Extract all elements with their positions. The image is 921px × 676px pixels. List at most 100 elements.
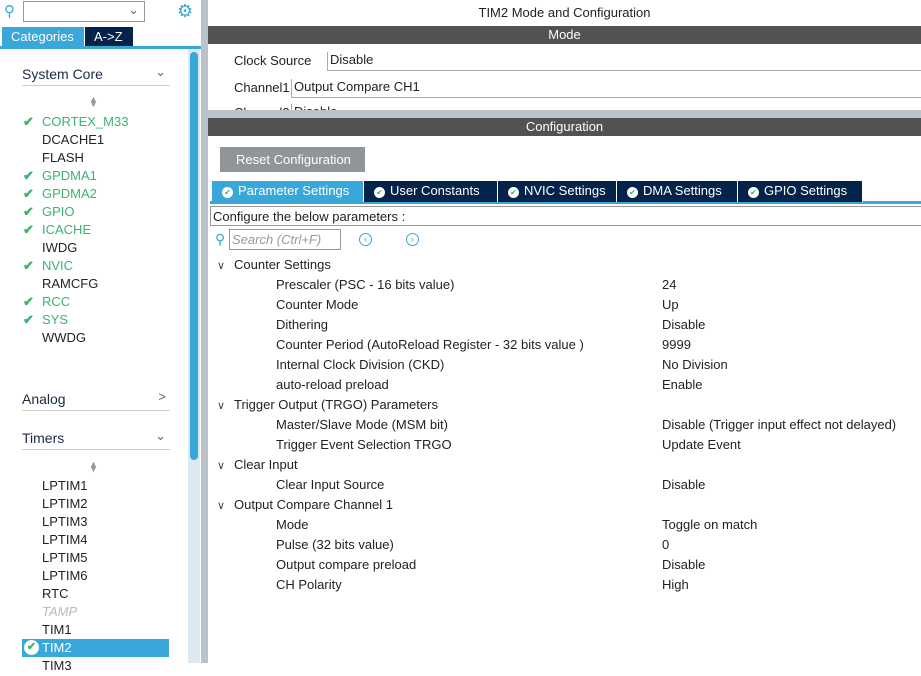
category-system-core[interactable]: System Core ⌄: [22, 62, 170, 86]
tab-gpio-settings[interactable]: ✔ GPIO Settings: [738, 181, 863, 202]
parameter-value[interactable]: 24: [662, 277, 676, 292]
chevron-down-icon[interactable]: ∨: [217, 399, 225, 412]
parameter-group[interactable]: Counter Settings: [234, 257, 331, 272]
tab-nvic-settings[interactable]: ✔ NVIC Settings: [498, 181, 617, 202]
list-item[interactable]: ✔ GPIO: [23, 204, 75, 222]
mode-header: Mode: [208, 26, 921, 44]
parameter-name: Trigger Event Selection TRGO: [276, 437, 452, 452]
search-icon[interactable]: ⚲: [4, 2, 15, 20]
tab-label: GPIO Settings: [764, 183, 848, 198]
parameter-name: Pulse (32 bits value): [276, 537, 394, 552]
parameter-value[interactable]: Update Event: [662, 437, 741, 452]
mode-field[interactable]: Output Compare CH1: [291, 79, 921, 98]
list-item[interactable]: WWDG: [42, 330, 86, 348]
parameter-value[interactable]: No Division: [662, 357, 728, 372]
list-item[interactable]: LPTIM5: [42, 550, 88, 568]
list-item[interactable]: ✔ CORTEX_M33: [23, 114, 129, 132]
list-item[interactable]: ✔ NVIC: [23, 258, 74, 276]
parameter-search-input[interactable]: Search (Ctrl+F): [229, 229, 341, 250]
chevron-down-icon[interactable]: ∨: [217, 259, 225, 272]
list-item[interactable]: ✔ GPDMA2: [23, 186, 97, 204]
list-item[interactable]: DCACHE1: [42, 132, 104, 150]
parameter-value[interactable]: Toggle on match: [662, 517, 757, 532]
parameter-name: Mode: [276, 517, 309, 532]
check-icon: ✔: [23, 186, 34, 201]
chevron-down-icon[interactable]: ∨: [217, 499, 225, 512]
list-item-label: TIM2: [42, 640, 72, 655]
configuration-header: Configuration: [208, 118, 921, 136]
mode-label: Channel2: [234, 105, 290, 110]
chevron-down-icon[interactable]: ⌄: [128, 2, 139, 18]
mode-label: Clock Source: [234, 53, 312, 68]
tab-a-z[interactable]: A->Z: [85, 27, 133, 47]
list-item[interactable]: ✔ GPDMA1: [23, 168, 97, 186]
scrollbar-thumb[interactable]: [190, 52, 198, 460]
reset-configuration-button[interactable]: Reset Configuration: [220, 147, 365, 172]
parameter-group[interactable]: Output Compare Channel 1: [234, 497, 393, 512]
list-item-label: SYS: [42, 312, 69, 327]
check-circle-icon: ✔: [627, 187, 638, 198]
parameter-value[interactable]: 9999: [662, 337, 691, 352]
parameter-value[interactable]: Disable (Trigger input effect not delaye…: [662, 417, 896, 432]
section-splitter[interactable]: [208, 110, 921, 118]
gear-icon[interactable]: ⚙: [177, 1, 193, 22]
parameter-value[interactable]: Up: [662, 297, 679, 312]
list-item[interactable]: TAMP: [42, 604, 77, 622]
sort-icon[interactable]: ▲ ▼: [89, 460, 98, 474]
mode-row: Channel2Disable: [208, 104, 921, 110]
list-item[interactable]: TIM3: [42, 658, 72, 676]
parameter-group[interactable]: Clear Input: [234, 457, 298, 472]
mode-row: Clock Source Disable: [208, 52, 921, 74]
category-timers[interactable]: Timers ⌄: [22, 426, 170, 450]
parameter-value[interactable]: Disable: [662, 317, 705, 332]
tab-categories[interactable]: Categories: [2, 27, 84, 47]
mode-field[interactable]: Disable: [327, 52, 921, 71]
list-item-label: LPTIM1: [42, 478, 88, 493]
check-icon: ✔: [23, 294, 34, 309]
splitter[interactable]: [201, 0, 208, 663]
chevron-down-icon: ⌄: [155, 64, 166, 79]
peripheral-search-combo[interactable]: ⌄: [23, 1, 145, 22]
list-item[interactable]: ✔ RCC: [23, 294, 71, 312]
list-item[interactable]: LPTIM1: [42, 478, 88, 496]
check-circle-icon: ✔: [748, 187, 759, 198]
parameter-value[interactable]: Disable: [662, 557, 705, 572]
tab-user-constants[interactable]: ✔ User Constants: [364, 181, 498, 202]
tab-parameter-settings[interactable]: ✔ Parameter Settings: [212, 181, 364, 202]
parameter-value[interactable]: Enable: [662, 377, 702, 392]
list-item-label: ICACHE: [42, 222, 92, 237]
list-item[interactable]: LPTIM6: [42, 568, 88, 586]
list-item-label: TAMP: [42, 604, 78, 619]
check-circle-icon: ✔: [24, 640, 39, 655]
sort-icon[interactable]: ▲ ▼: [89, 95, 98, 109]
list-item-label: NVIC: [42, 258, 74, 273]
list-item[interactable]: LPTIM4: [42, 532, 88, 550]
list-item-label: RCC: [42, 294, 71, 309]
list-item[interactable]: LPTIM2: [42, 496, 88, 514]
list-item-label: RTC: [42, 586, 69, 601]
list-item[interactable]: LPTIM3: [42, 514, 88, 532]
next-result-icon[interactable]: ›: [406, 233, 419, 246]
list-item[interactable]: ✔ ICACHE: [23, 222, 92, 240]
tab-dma-settings[interactable]: ✔ DMA Settings: [617, 181, 738, 202]
chevron-down-icon[interactable]: ∨: [217, 459, 225, 472]
parameter-value[interactable]: High: [662, 577, 689, 592]
check-circle-icon: ✔: [222, 187, 233, 198]
list-item-label: CORTEX_M33: [42, 114, 129, 129]
parameter-value[interactable]: Disable: [662, 477, 705, 492]
check-icon: ✔: [23, 114, 34, 129]
list-item[interactable]: FLASH: [42, 150, 84, 168]
category-analog[interactable]: Analog >: [22, 387, 170, 411]
mode-field[interactable]: Disable: [291, 104, 921, 110]
list-item[interactable]: TIM1: [42, 622, 72, 640]
parameter-value[interactable]: 0: [662, 537, 669, 552]
list-item-selected[interactable]: ✔ TIM2: [22, 639, 169, 657]
parameter-name: Master/Slave Mode (MSM bit): [276, 417, 448, 432]
list-item[interactable]: RAMCFG: [42, 276, 98, 294]
tab-label: Parameter Settings: [238, 183, 350, 198]
list-item[interactable]: RTC: [42, 586, 68, 604]
parameter-group[interactable]: Trigger Output (TRGO) Parameters: [234, 397, 438, 412]
list-item[interactable]: IWDG: [42, 240, 77, 258]
previous-result-icon[interactable]: ‹: [359, 233, 372, 246]
list-item[interactable]: ✔ SYS: [23, 312, 69, 330]
